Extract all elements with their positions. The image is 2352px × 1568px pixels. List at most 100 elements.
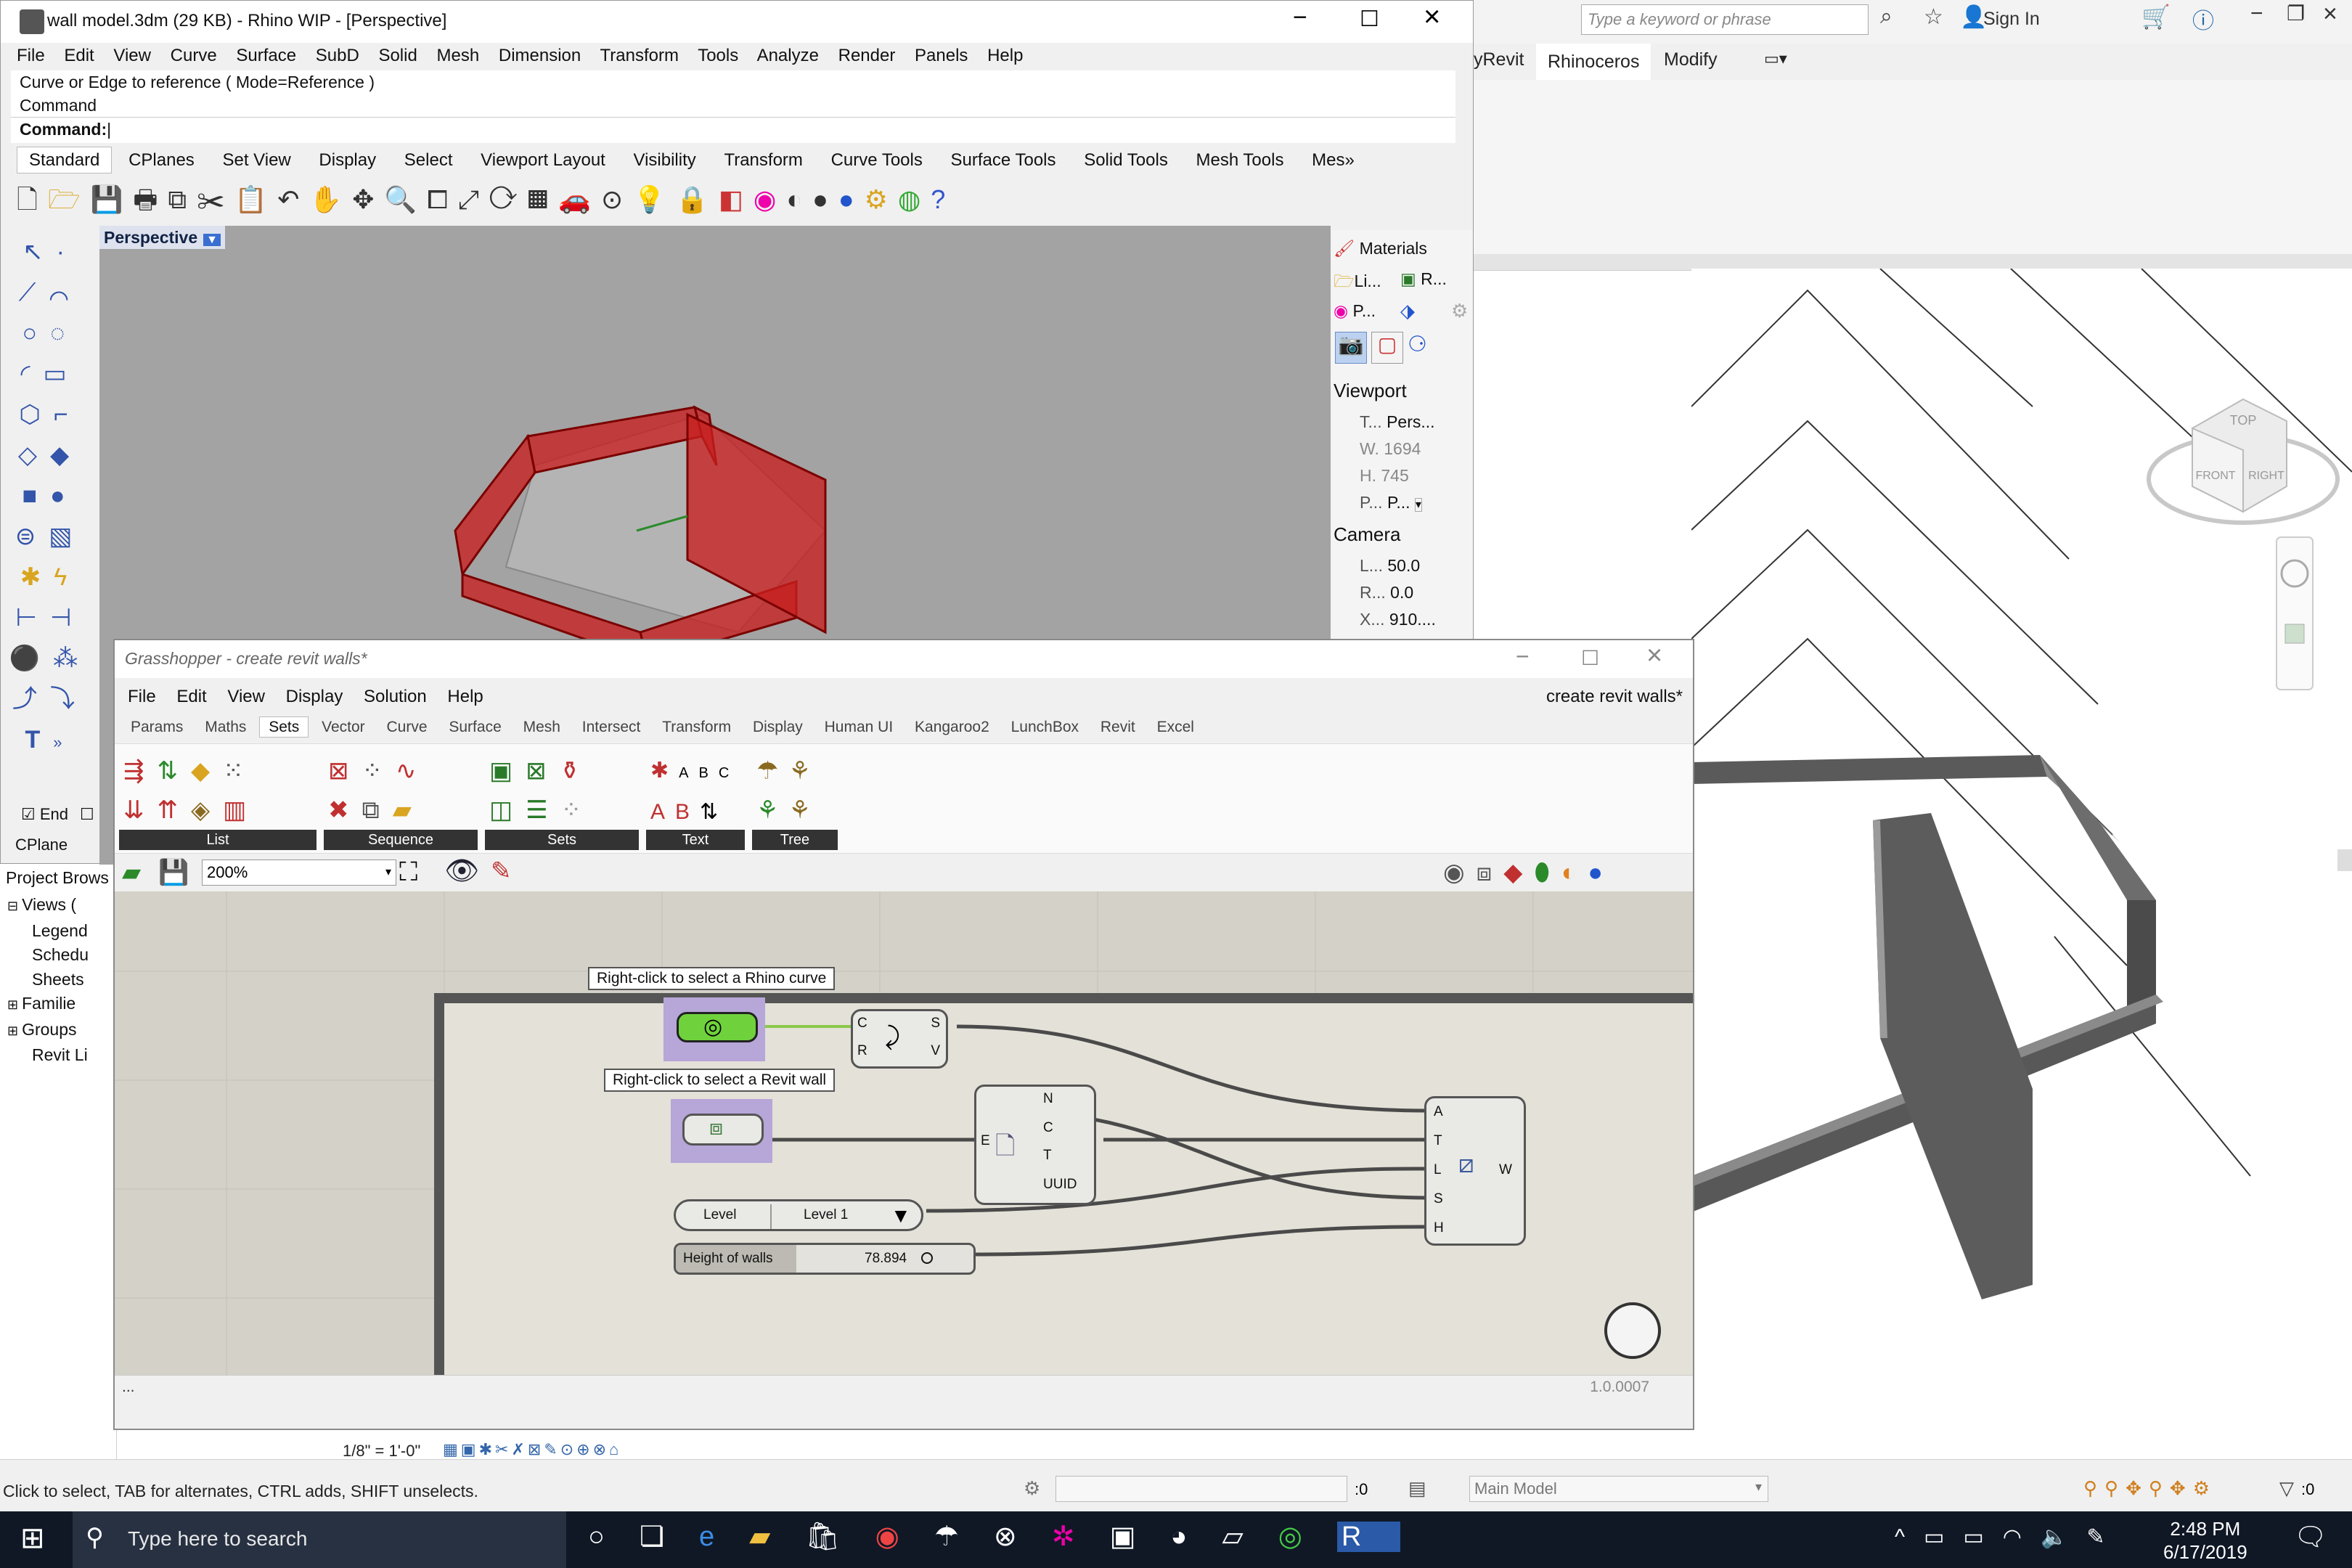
rhino-curve-param[interactable]: ◎ [677,1012,758,1042]
group-sets-label[interactable]: Sets [485,830,639,850]
tab-modify[interactable]: Modify [1664,49,1718,70]
tab-rhinoceros[interactable]: Rhinoceros [1536,44,1651,80]
tab-visibility[interactable]: Visibility [622,150,708,170]
sign-in-link[interactable]: Sign In [1983,9,2040,30]
panel-settings-icon[interactable]: ⚙ [1451,300,1468,322]
gh-tab-maths[interactable]: Maths [196,719,255,735]
notification-icon[interactable]: 🗨 [2294,1522,2327,1552]
gh-menu-view[interactable]: View [227,687,265,706]
viewcube-icon[interactable]: TOP FRONT RIGHT [2147,398,2340,525]
standard-toolbar[interactable]: 🗋🗁💾🖶⧉✂📋↶✋✥🔍⧠⤢⟳▦🚗⊙💡🔒◧◉◐●●⚙◍? [17,181,1396,221]
navigation-bar[interactable] [2276,536,2314,690]
level-selector[interactable]: Level Level 1 ▼ [674,1199,923,1231]
canvas-compass-icon[interactable] [1604,1302,1661,1359]
curve-segments-component[interactable]: C R S V ⤸ [851,1009,948,1069]
menu-view[interactable]: View [113,46,151,65]
model-dropdown[interactable]: Main Model ▾ [1469,1476,1768,1502]
gh-minimize-button[interactable]: − [1516,643,1530,670]
taskbar-apps[interactable]: ○❏e▰🛍◉☂⊗✲▣◕▱◎ R [588,1520,1401,1553]
group-sequence-label[interactable]: Sequence [324,830,478,850]
rhino-maximize-button[interactable]: ☐ [1360,7,1379,32]
list-components[interactable]: ⇶⇅◆⁙ ⇊⇈◈▥ [119,751,321,830]
gh-menu-solution[interactable]: Solution [364,687,427,706]
sets-components[interactable]: ▣⊠⚱ ◫☰⁘ [485,751,643,830]
gh-tab-display[interactable]: Display [744,719,812,735]
filter-icon[interactable]: ▽ [2279,1477,2294,1500]
tab-display[interactable]: Display [307,150,388,170]
cplane-status[interactable]: CPlane [15,836,68,854]
gh-tab-human-ui[interactable]: Human UI [816,719,902,735]
tab-viewport-layout[interactable]: Viewport Layout [469,150,617,170]
ribbon-options-icon[interactable]: ▭▾ [1764,49,1787,68]
gh-tab-transform[interactable]: Transform [653,719,740,735]
taskbar-search-box[interactable]: ⚲ Type here to search [73,1511,566,1568]
browser-item-revit-links[interactable]: Revit Li [7,1043,89,1068]
menu-help[interactable]: Help [987,46,1023,65]
frame-icon[interactable]: ▢ [1371,332,1403,364]
browser-item-families[interactable]: ⊞ Familie [7,992,89,1018]
help-icon[interactable]: ⓘ [2192,3,2214,35]
wall-height-slider[interactable]: Height of walls 78.894 [674,1243,976,1275]
gh-tab-excel[interactable]: Excel [1148,719,1203,735]
windows-start-icon[interactable]: ⊞ [20,1522,45,1555]
menu-edit[interactable]: Edit [64,46,94,65]
osnap-end-checkbox[interactable]: ☑ End ☐ N [21,805,110,824]
rhino-sidebar-toolbar[interactable]: ↖· ⟋⌒ ○◌ ◜▭ ⬡⌐ ◇◆ ■● ⊜▧ ✱ϟ ⊢⊣ ⚫⁂ ⤴⤵ T» [8,232,92,798]
menu-render[interactable]: Render [838,46,896,65]
close-button[interactable]: × [2323,0,2337,28]
zoom-dropdown[interactable]: 200% ▾ [202,859,396,886]
tab-select[interactable]: Select [393,150,465,170]
rhino-wall-model[interactable] [454,405,827,663]
canvas-scrollbar[interactable] [2337,849,2352,871]
browser-item-views[interactable]: ⊟ Views ( [7,893,89,919]
gh-tab-mesh[interactable]: Mesh [515,719,569,735]
menu-solid[interactable]: Solid [378,46,417,65]
save-doc-icon[interactable]: 💾 [158,858,189,887]
menu-subd[interactable]: SubD [316,46,359,65]
menu-curve[interactable]: Curve [171,46,217,65]
revit-search-input[interactable]: Type a keyword or phrase [1581,4,1869,35]
view-control-icons[interactable]: ▦▣✱✂✗⊠✎⊙⊕⊗⌂ [443,1440,621,1459]
gh-tab-params[interactable]: Params [122,719,192,735]
minimize-button[interactable]: − [2250,1,2263,26]
gh-tab-intersect[interactable]: Intersect [573,719,650,735]
selection-filter-icons[interactable]: ⚲⚲✥⚲✥⚙ [2083,1477,2217,1500]
tab-cplanes[interactable]: CPlanes [117,150,206,170]
star-icon[interactable]: ☆ [1924,4,1943,30]
menu-dimension[interactable]: Dimension [499,46,581,65]
design-options-icon[interactable]: ▤ [1408,1477,1426,1500]
restore-button[interactable]: ❐ [2287,1,2305,25]
tab-more[interactable]: Mes» [1300,150,1366,170]
display-mode-icons[interactable]: ◉⧈◆⬮◐● [1443,858,1614,887]
tab-set-view[interactable]: Set View [211,150,302,170]
menu-mesh[interactable]: Mesh [437,46,480,65]
browser-item-groups[interactable]: ⊞ Groups [7,1018,89,1044]
revit-3d-view[interactable]: TOP FRONT RIGHT [1691,268,2352,1445]
tab-mesh-tools[interactable]: Mesh Tools [1185,150,1296,170]
tab-pyrevit[interactable]: yRevit [1474,49,1524,70]
tab-curve-tools[interactable]: Curve Tools [820,150,934,170]
materials-tab[interactable]: 🖌 Materials [1334,239,1427,258]
binoculars-icon[interactable]: ⌕ [1880,4,1892,29]
revit-wall-param[interactable]: ⧈ [682,1114,764,1146]
rhino-minimize-button[interactable]: − [1293,4,1307,32]
group-tree-label[interactable]: Tree [752,830,838,850]
browser-item-schedules[interactable]: Schedu [7,943,89,968]
workset-dropdown[interactable] [1055,1476,1347,1502]
gh-menu-file[interactable]: File [128,687,156,706]
tab-solid-tools[interactable]: Solid Tools [1072,150,1180,170]
group-text-label[interactable]: Text [646,830,745,850]
camera-icon[interactable]: 📷 [1335,332,1367,364]
gh-tab-lunchbox[interactable]: LunchBox [1003,719,1087,735]
browser-item-legends[interactable]: Legend [7,919,89,944]
open-doc-icon[interactable]: ▰ [122,858,141,887]
gh-tab-vector[interactable]: Vector [313,719,374,735]
create-wall-component[interactable]: A T L S H ⧄ W [1424,1096,1526,1246]
sequence-components[interactable]: ⊠⁘∿ ✖⧉▰ [324,751,482,830]
gh-tab-curve[interactable]: Curve [378,719,436,735]
gh-tab-surface[interactable]: Surface [440,719,510,735]
gh-menu-display[interactable]: Display [286,687,343,706]
tree-components[interactable]: ☂⚘ ⚘⚘ [752,751,842,830]
taskbar-clock[interactable]: 2:48 PM 6/17/2019 [2163,1517,2247,1564]
gh-maximize-button[interactable]: ☐ [1581,646,1599,670]
